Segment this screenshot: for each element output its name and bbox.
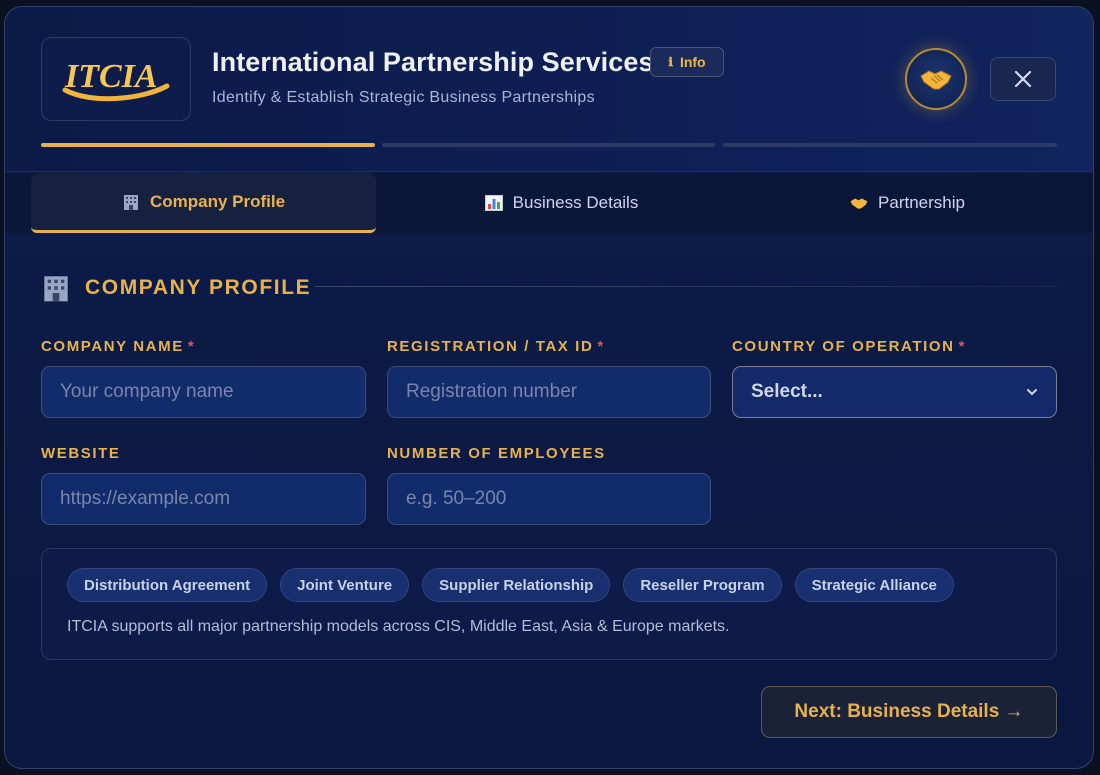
progress-step-2	[382, 143, 715, 147]
page-subtitle: Identify & Establish Strategic Business …	[212, 89, 595, 106]
website-label: WEBSITE	[41, 445, 121, 462]
progress-step-1	[41, 143, 375, 147]
chip-supplier-relationship[interactable]: Supplier Relationship	[422, 568, 611, 602]
registration-label-text: REGISTRATION / TAX ID	[387, 338, 594, 355]
chip-strategic-alliance[interactable]: Strategic Alliance	[794, 568, 954, 602]
progress-step-3	[723, 143, 1057, 147]
registration-label: REGISTRATION / TAX ID *	[387, 338, 605, 355]
close-button[interactable]	[990, 57, 1056, 101]
handshake-icon	[920, 70, 952, 90]
tab-business-details[interactable]: Business Details	[389, 173, 734, 233]
partnership-button[interactable]	[905, 48, 967, 110]
itcia-logo: ITCIA	[41, 37, 191, 121]
tab-bar: Company Profile Business Details Partner…	[5, 173, 1093, 233]
section-header: COMPANY PROFILE	[41, 271, 311, 305]
country-select[interactable]: Select...	[732, 366, 1057, 418]
section-divider	[315, 286, 1057, 287]
itcia-logo-mark: ITCIA	[62, 58, 170, 102]
next-button[interactable]: Next: Business Details →	[761, 686, 1057, 738]
partnership-models-panel: Distribution Agreement Joint Venture Sup…	[41, 548, 1057, 660]
tab-partnership[interactable]: Partnership	[735, 173, 1080, 233]
website-input[interactable]	[41, 473, 366, 525]
section-title: COMPANY PROFILE	[85, 276, 312, 299]
country-label-text: COUNTRY OF OPERATION	[732, 338, 955, 355]
partnership-model-chips: Distribution Agreement Joint Venture Sup…	[67, 568, 954, 602]
handshake-icon	[850, 198, 868, 209]
page-title: International Partnership Services	[212, 47, 654, 77]
tab-company-profile[interactable]: Company Profile	[31, 173, 376, 233]
building-icon	[123, 194, 138, 210]
required-marker: *	[958, 338, 966, 355]
partnership-models-note: ITCIA supports all major partnership mod…	[67, 618, 730, 635]
building-icon	[44, 276, 68, 302]
info-button[interactable]: ℹ Info	[650, 47, 724, 77]
chip-distribution-agreement[interactable]: Distribution Agreement	[67, 568, 268, 602]
info-icon: ℹ	[668, 55, 673, 69]
close-icon	[1014, 70, 1032, 88]
chip-joint-venture[interactable]: Joint Venture	[280, 568, 410, 602]
country-select-value: Select...	[751, 381, 823, 402]
company-name-input[interactable]	[41, 366, 366, 418]
svg-text:ITCIA: ITCIA	[64, 58, 158, 95]
tab-label: Partnership	[878, 193, 965, 212]
chevron-down-icon	[1027, 389, 1037, 396]
bar-chart-icon	[484, 195, 503, 211]
company-name-label-text: COMPANY NAME	[41, 338, 184, 355]
info-label: Info	[679, 54, 706, 70]
registration-input[interactable]	[387, 366, 711, 418]
required-marker: *	[187, 338, 196, 355]
tab-label: Company Profile	[149, 191, 286, 211]
modal-header: ITCIA International Partnership Services…	[5, 7, 1093, 172]
partnership-modal: ITCIA International Partnership Services…	[4, 6, 1094, 769]
company-name-label: COMPANY NAME *	[41, 338, 195, 355]
employees-input[interactable]	[387, 473, 711, 525]
required-marker: *	[597, 338, 605, 355]
country-label: COUNTRY OF OPERATION *	[732, 338, 966, 355]
employees-label: NUMBER OF EMPLOYEES	[387, 445, 606, 462]
tab-label: Business Details	[512, 193, 639, 212]
chip-reseller-program[interactable]: Reseller Program	[623, 568, 782, 602]
